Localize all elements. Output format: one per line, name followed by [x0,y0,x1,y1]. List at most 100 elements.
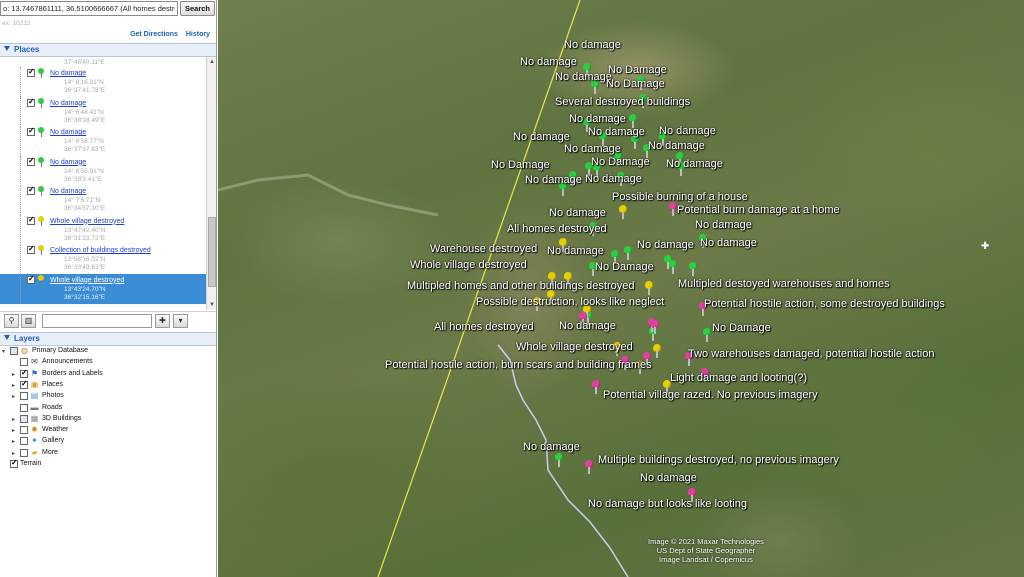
panel-toggle-icon[interactable]: ▥ [21,314,36,328]
map-pushpin-icon[interactable] [644,281,654,295]
layer-item[interactable]: ▸ ▣Places [0,379,216,391]
map-placemark-label[interactable]: No damage [648,140,705,152]
map-pushpin-icon[interactable] [702,328,712,342]
layer-item[interactable]: ✉ Announcements [0,357,216,368]
place-item[interactable]: No damage 14° 7'6.71"N36°34'57.10"E [0,185,206,215]
layer-checkbox[interactable] [20,403,28,412]
place-checkbox[interactable] [27,185,35,195]
map-placemark-label[interactable]: No damage [564,39,621,51]
layer-checkbox[interactable] [20,448,28,457]
map-pushpin-icon[interactable] [554,453,564,467]
place-title[interactable]: No damage [50,159,86,166]
map-placemark-label[interactable]: Potential burn damage at a home [677,204,840,216]
map-placemark-label[interactable]: No Damage [491,159,550,171]
move-up-icon[interactable]: ✚ [155,314,170,328]
scroll-thumb[interactable] [208,217,216,287]
map-placemark-label[interactable]: Warehouse destroyed [430,243,537,255]
map-placemark-label[interactable]: No damage [700,237,757,249]
map-placemark-label[interactable]: No damage [547,245,604,257]
places-list[interactable]: No damage14° 6'16.31"N36°37'41.78"ENo da… [0,57,206,310]
map-pushpin-icon[interactable] [618,205,628,219]
layer-item[interactable]: ▬ Roads [0,403,216,414]
search-input[interactable] [0,1,178,16]
map-pushpin-icon[interactable] [652,344,662,358]
place-item[interactable]: Collection of buildings destroyed 13°58'1… [0,244,206,274]
expander-icon[interactable]: ▾ [2,348,5,355]
map-placemark-label[interactable]: No Damage [591,156,650,168]
map-pushpin-icon[interactable] [650,320,660,334]
map-placemark-label[interactable]: Whole village destroyed [516,341,633,353]
map-placemark-label[interactable]: No damage [695,219,752,231]
map-placemark-label[interactable]: Potential hostile action, burn scars and… [385,359,652,371]
map-placemark-label[interactable]: No damage [555,71,612,83]
map-placemark-label[interactable]: No damage [588,126,645,138]
place-checkbox[interactable] [27,156,35,166]
layer-item[interactable]: ▸ ⚑Borders and Labels [0,368,216,380]
move-down-icon[interactable]: ▾ [173,314,188,328]
places-filter-input[interactable] [42,314,152,328]
place-checkbox[interactable] [27,126,35,136]
layer-checkbox[interactable] [20,379,28,389]
history-link[interactable]: History [186,31,210,38]
map-placemark-label[interactable]: Two warehouses damaged, potential hostil… [688,348,934,360]
map-placemark-label[interactable]: No Damage [606,78,665,90]
map-placemark-label[interactable]: All homes destroyed [507,223,607,235]
map-placemark-label[interactable]: No Damage [608,64,667,76]
expander-icon[interactable]: ▸ [12,393,15,400]
layer-checkbox[interactable] [20,414,28,423]
map-placemark-label[interactable]: No damage [659,125,716,137]
layer-checkbox[interactable] [10,458,18,468]
map-placemark-label[interactable]: No damage [549,207,606,219]
layer-checkbox[interactable] [20,392,28,401]
expander-icon[interactable]: ▸ [12,427,15,434]
layer-item[interactable]: Terrain [0,458,216,470]
map-placemark-label[interactable]: Potential hostile action, some destroyed… [704,298,945,310]
place-item[interactable]: Whole village destroyed13°47'42.40"N36°3… [0,214,206,245]
map-placemark-label[interactable]: No damage [666,158,723,170]
place-checkbox[interactable] [27,244,35,254]
map-placemark-label[interactable]: No damage but looks like looting [588,498,747,510]
expander-icon[interactable]: ▸ [12,438,15,445]
place-checkbox[interactable] [27,215,35,225]
map-placemark-label[interactable]: No damage [559,320,616,332]
map-placemark-label[interactable]: No damage [569,113,626,125]
map-placemark-label[interactable]: No damage [513,131,570,143]
get-directions-link[interactable]: Get Directions [130,31,178,38]
map-placemark-label[interactable]: Several destroyed buildings [555,96,690,108]
search-places-icon[interactable]: ⚲ [4,314,19,328]
layer-item[interactable]: ▸ ▦ 3D Buildings [0,414,216,425]
map-placemark-label[interactable]: Multipled homes and other buildings dest… [407,280,634,292]
place-title[interactable]: Whole village destroyed [50,218,124,225]
place-item[interactable]: No damage 14° 6'58.77"N36°37'37.83"E [0,126,206,156]
map-placemark-label[interactable]: Possible burning of a house [612,191,748,203]
place-title[interactable]: Collection of buildings destroyed [50,247,151,254]
expander-icon[interactable]: ▸ [12,450,15,457]
map-placemark-label[interactable]: Multipled destoyed warehouses and homes [678,278,890,290]
map-placemark-label[interactable]: No Damage [712,322,771,334]
layer-checkbox[interactable] [10,347,18,355]
map-placemark-label[interactable]: No damage [585,173,642,185]
layer-item[interactable]: ▸ ▤ Photos [0,391,216,402]
place-title[interactable]: No damage [50,100,86,107]
map-placemark-label[interactable]: No Damage [595,261,654,273]
expander-icon[interactable]: ▸ [12,416,15,423]
places-scrollbar[interactable]: ▲ ▼ [206,57,216,310]
map-placemark-label[interactable]: Light damage and looting(?) [670,372,807,384]
map-placemark-label[interactable]: All homes destroyed [434,321,534,333]
layer-checkbox[interactable] [20,437,28,446]
place-title[interactable]: Whole village destroyed [50,277,124,284]
place-item[interactable]: No damage14° 6'55.91"N36°38'3.41"E [0,155,206,186]
layer-checkbox[interactable] [20,368,28,378]
expander-icon[interactable]: ▸ [12,371,15,378]
place-checkbox[interactable] [27,274,35,284]
layer-item[interactable]: ▸ ✦ Gallery [0,436,216,447]
layer-item[interactable]: ▾ ◍ Primary Database [0,346,216,357]
place-title[interactable]: No damage [50,129,86,136]
layer-checkbox[interactable] [20,426,28,435]
map-placemark-label[interactable]: No damage [520,56,577,68]
place-checkbox[interactable] [27,97,35,107]
map-placemark-label[interactable]: Multiple buildings destroyed, no previou… [598,454,839,466]
places-panel-header[interactable]: Places [0,43,216,57]
layers-panel-header[interactable]: Layers [0,332,216,346]
expander-icon[interactable]: ▸ [12,382,15,389]
